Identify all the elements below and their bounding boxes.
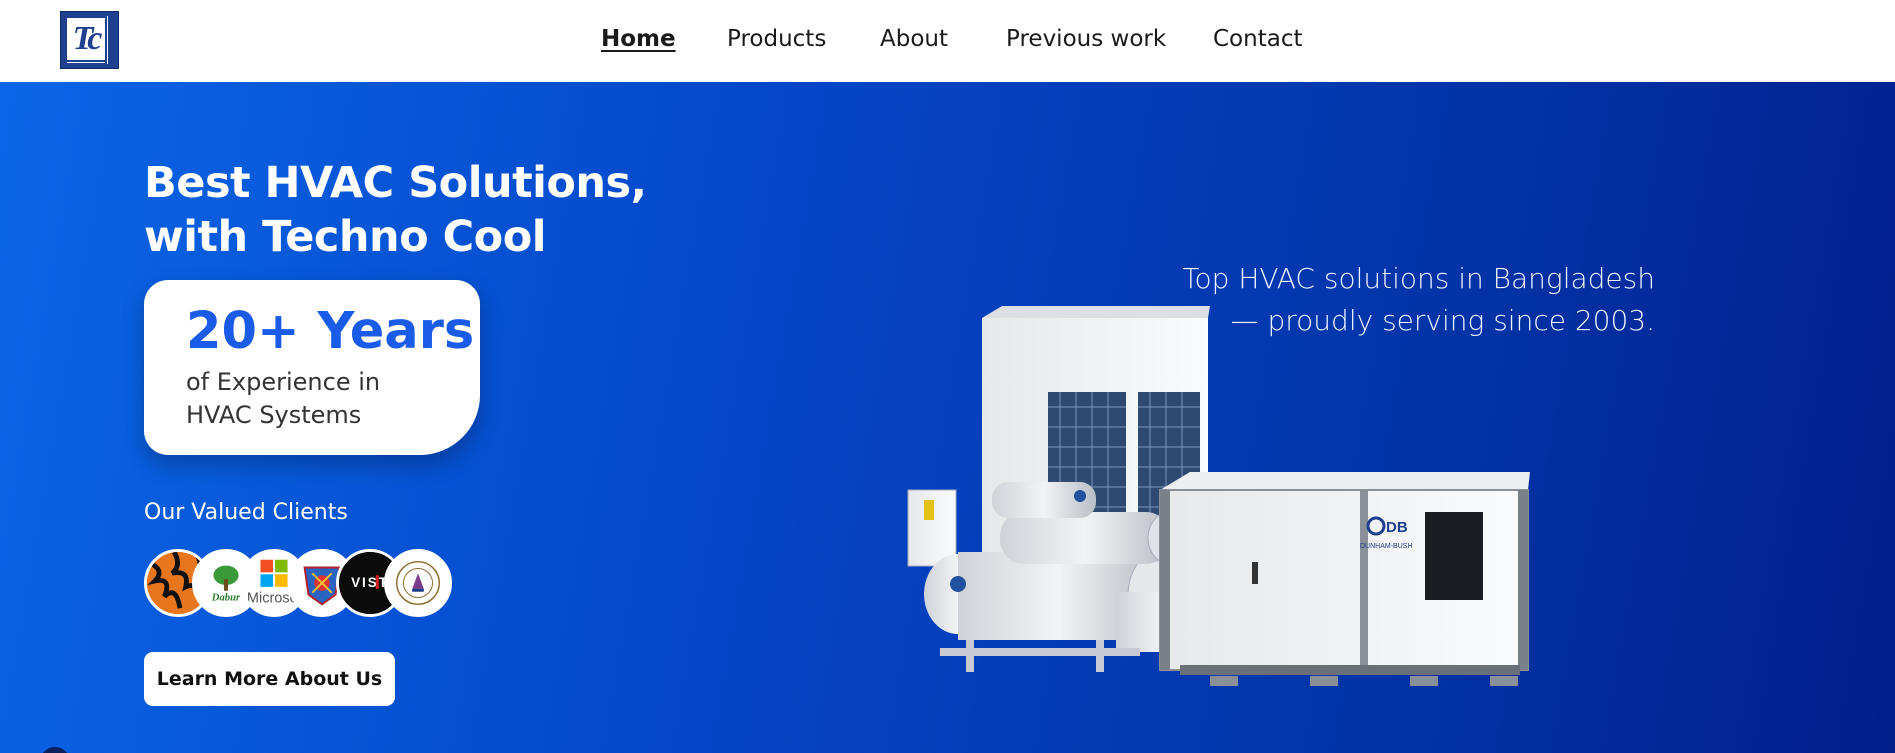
- main-nav: Home Products About Previous work Contac…: [0, 26, 1895, 58]
- nav-products[interactable]: Products: [727, 26, 826, 52]
- clients-label: Our Valued Clients: [144, 500, 348, 525]
- scroll-indicator[interactable]: [40, 747, 70, 753]
- experience-line1: of Experience in: [186, 368, 381, 396]
- experience-line2: HVAC Systems: [186, 401, 362, 429]
- hvac-equipment-image: DB DUNHAM-BUSH: [907, 306, 1530, 686]
- svg-text:DB: DB: [1386, 519, 1408, 536]
- hero-title-line2: with Techno Cool: [144, 212, 547, 262]
- logo-sub-text: [67, 62, 105, 66]
- nav-previous-work[interactable]: Previous work: [1006, 26, 1166, 52]
- nav-about[interactable]: About: [880, 26, 948, 52]
- hero-title: Best HVAC Solutions, with Techno Cool: [144, 156, 704, 264]
- experience-headline: 20+ Years: [186, 302, 475, 361]
- clients-logo-row: Dabur Microso VIST: [144, 549, 464, 621]
- hero-section: Best HVAC Solutions, with Techno Cool 20…: [0, 82, 1895, 753]
- svg-text:Dabur: Dabur: [211, 592, 241, 603]
- hero-title-line1: Best HVAC Solutions,: [144, 158, 647, 208]
- experience-card: 20+ Years of Experience in HVAC Systems: [144, 280, 480, 455]
- nav-home[interactable]: Home: [601, 26, 676, 52]
- nav-contact[interactable]: Contact: [1213, 26, 1302, 52]
- learn-more-button[interactable]: Learn More About Us: [144, 652, 395, 706]
- svg-text:DUNHAM-BUSH: DUNHAM-BUSH: [1360, 543, 1413, 550]
- site-header: Tc Home Products About Previous work Con…: [0, 0, 1895, 82]
- experience-text: of Experience in HVAC Systems: [186, 366, 436, 432]
- university-seal-logo: [384, 549, 452, 617]
